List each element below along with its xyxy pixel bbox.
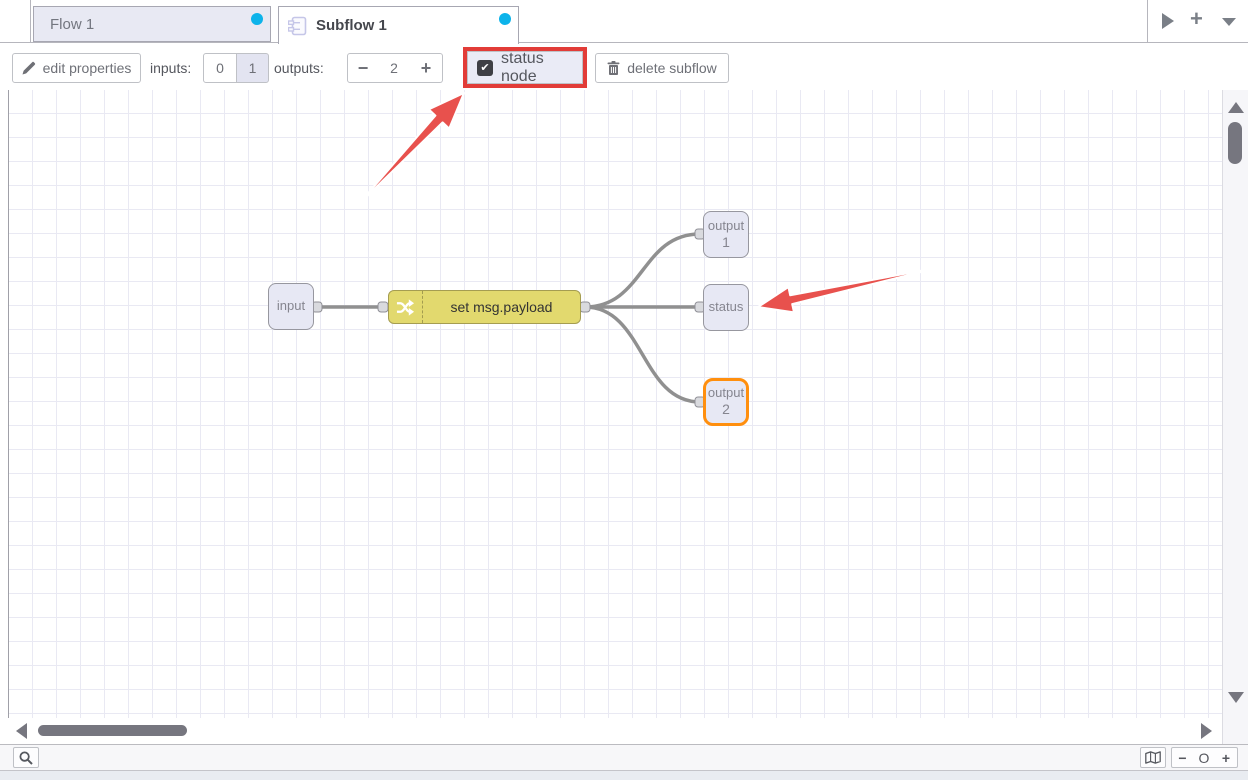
annotation-highlight-box: ✔ status node bbox=[463, 47, 587, 88]
next-tab-icon[interactable] bbox=[1162, 13, 1174, 29]
subflow-changed-dot bbox=[499, 13, 511, 25]
horizontal-scrollbar-thumb[interactable] bbox=[38, 725, 187, 736]
tab-flow-1-label: Flow 1 bbox=[50, 16, 94, 33]
wire-change-to-output1[interactable] bbox=[585, 234, 700, 307]
scroll-up-icon[interactable] bbox=[1228, 102, 1244, 113]
inputs-option-1-button[interactable]: 1 bbox=[236, 53, 269, 83]
search-flows-button[interactable] bbox=[13, 747, 39, 768]
annotation-arrow-to-status-checkbox bbox=[357, 93, 464, 206]
inputs-label: inputs: bbox=[150, 53, 191, 83]
output-2-number: 2 bbox=[722, 401, 730, 417]
wire-change-to-output2[interactable] bbox=[585, 307, 700, 402]
zoom-in-button[interactable]: + bbox=[1215, 747, 1238, 768]
subflow-output-1-node[interactable]: output 1 bbox=[703, 211, 749, 258]
checkbox-checked-icon[interactable]: ✔ bbox=[477, 60, 493, 76]
outputs-count-value: 2 bbox=[378, 53, 411, 83]
status-node-canvas-label: status bbox=[709, 300, 744, 315]
outputs-label: outputs: bbox=[274, 53, 324, 83]
status-node-toggle-button[interactable]: ✔ status node bbox=[467, 51, 583, 84]
output-1-label: output bbox=[708, 219, 744, 234]
subflow-input-node[interactable]: input bbox=[268, 283, 314, 330]
edit-properties-label: edit properties bbox=[43, 60, 132, 76]
workspace-tab-bar: Flow 1 Subflow 1 + bbox=[0, 0, 1248, 43]
search-icon bbox=[19, 751, 33, 765]
add-flow-icon[interactable]: + bbox=[1190, 6, 1203, 32]
vertical-scrollbar-thumb[interactable] bbox=[1228, 122, 1242, 164]
workspace-footer: − O + bbox=[0, 744, 1248, 771]
tab-subflow-1-label: Subflow 1 bbox=[316, 17, 387, 34]
tab-list-chevron-down-icon[interactable] bbox=[1222, 18, 1236, 26]
outputs-increase-button[interactable]: + bbox=[410, 53, 443, 83]
tab-scroll-left-area bbox=[0, 0, 31, 42]
scroll-left-icon[interactable] bbox=[16, 723, 27, 739]
flow-changed-dot bbox=[251, 13, 263, 25]
horizontal-scrollbar[interactable] bbox=[8, 718, 1222, 744]
change-node-label: set msg.payload bbox=[423, 299, 580, 315]
zoom-out-button[interactable]: − bbox=[1171, 747, 1194, 768]
delete-subflow-button[interactable]: delete subflow bbox=[595, 53, 729, 83]
tab-subflow-1[interactable]: Subflow 1 bbox=[278, 6, 519, 44]
change-node[interactable]: set msg.payload bbox=[388, 290, 581, 324]
wires-layer bbox=[9, 90, 1223, 718]
edit-properties-button[interactable]: edit properties bbox=[12, 53, 141, 83]
vertical-scrollbar[interactable] bbox=[1222, 90, 1248, 718]
delete-subflow-label: delete subflow bbox=[627, 60, 717, 76]
output-2-label: output bbox=[708, 386, 744, 401]
tab-flow-1[interactable]: Flow 1 bbox=[33, 6, 271, 42]
scroll-right-icon[interactable] bbox=[1201, 723, 1212, 739]
inputs-option-0-button[interactable]: 0 bbox=[203, 53, 237, 83]
zoom-reset-button[interactable]: O bbox=[1193, 747, 1216, 768]
pencil-icon bbox=[22, 61, 36, 75]
map-icon bbox=[1145, 751, 1161, 764]
subflow-output-2-node-selected[interactable]: output 2 bbox=[703, 378, 749, 426]
trash-icon bbox=[607, 61, 620, 75]
annotation-arrow-to-status-node bbox=[758, 267, 941, 312]
flow-canvas[interactable]: input set msg.payload output 1 status ou… bbox=[8, 90, 1223, 718]
shuffle-icon bbox=[389, 291, 423, 323]
output-1-number: 1 bbox=[722, 234, 730, 250]
navigator-button[interactable] bbox=[1140, 747, 1166, 768]
scrollbar-corner bbox=[1222, 718, 1248, 744]
tab-bar-controls: + bbox=[1147, 0, 1248, 42]
status-node-label: status node bbox=[501, 50, 573, 86]
change-node-output-port[interactable] bbox=[580, 302, 590, 312]
bottom-panel-edge bbox=[0, 771, 1248, 780]
change-node-input-port[interactable] bbox=[378, 302, 388, 312]
scroll-down-icon[interactable] bbox=[1228, 692, 1244, 703]
subflow-status-node[interactable]: status bbox=[703, 284, 749, 331]
outputs-decrease-button[interactable]: − bbox=[347, 53, 379, 83]
subflow-toolbar: edit properties inputs: 0 1 outputs: − 2… bbox=[0, 43, 1248, 90]
input-node-label: input bbox=[277, 299, 305, 314]
subflow-icon bbox=[288, 16, 308, 36]
